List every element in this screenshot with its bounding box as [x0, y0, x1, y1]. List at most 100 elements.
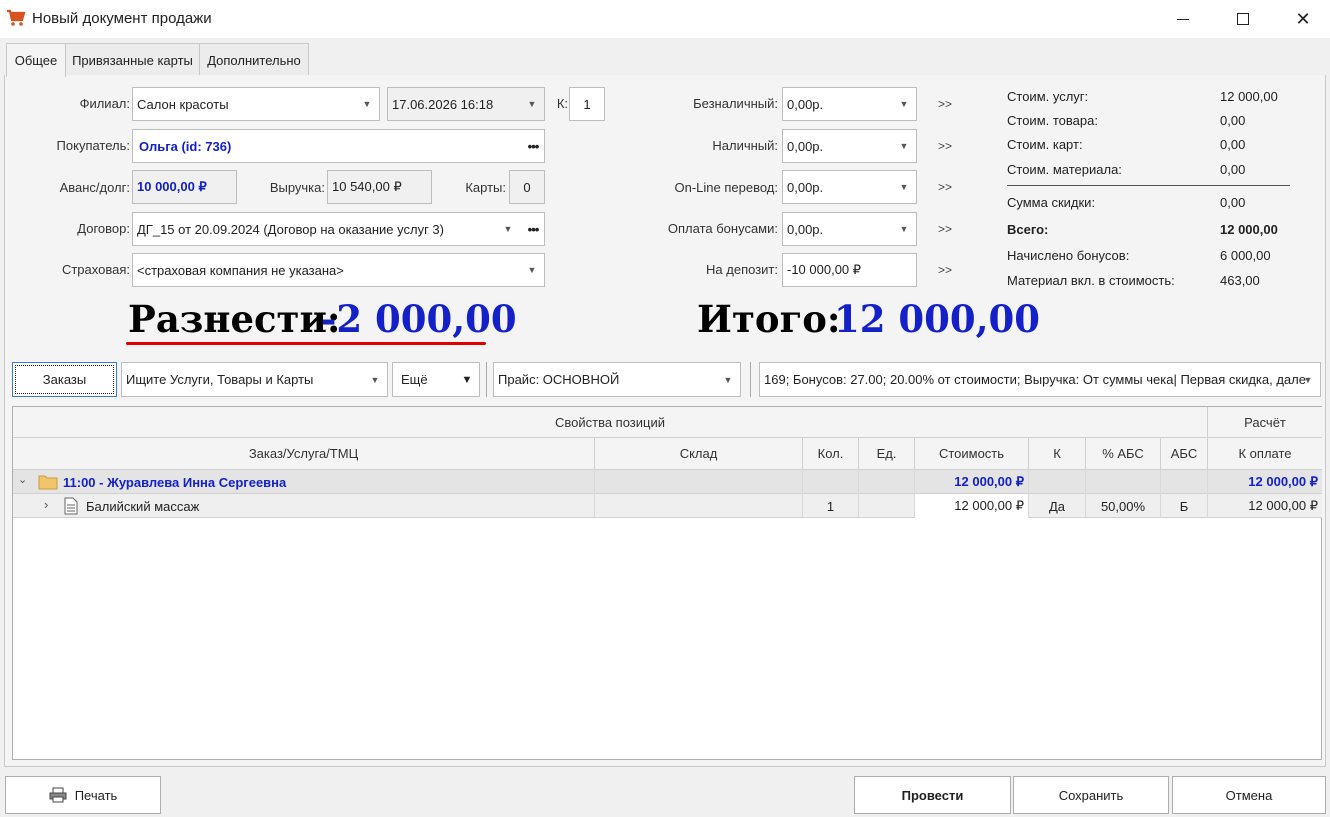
payment-value: 0,00р. [787, 138, 824, 154]
promo-select[interactable]: 169; Бонусов: 27.00; 20.00% от стоимости… [759, 362, 1321, 397]
summary-goods-label: Стоим. товара: [1007, 113, 1098, 128]
insurance-label: Страховая: [61, 262, 130, 277]
printer-icon [49, 787, 67, 803]
fill-bonus-button[interactable]: >> [938, 222, 952, 236]
payment-cash-select[interactable]: 0,00р. ▼ [782, 129, 917, 163]
chevron-down-icon[interactable]: ⌄ [18, 473, 27, 486]
maximize-button[interactable] [1214, 0, 1272, 38]
cards-field: 0 [509, 170, 545, 204]
payment-online-select[interactable]: 0,00р. ▼ [782, 170, 917, 204]
document-icon [64, 497, 78, 515]
summary-cards-label: Стоим. карт: [1007, 137, 1083, 152]
payment-cashless-select[interactable]: 0,00р. ▼ [782, 87, 917, 121]
buyer-value: Ольга (id: 736) [139, 138, 232, 154]
summary-divider [1007, 185, 1290, 186]
minimize-icon [1177, 18, 1189, 20]
summary-material-value: 0,00 [1220, 162, 1246, 177]
col-header-item[interactable]: Заказ/Услуга/ТМЦ [13, 438, 595, 470]
chevron-right-icon[interactable]: › [44, 497, 48, 512]
col-header-warehouse[interactable]: Склад [595, 438, 803, 470]
group-cost: 12 000,00 ₽ [915, 470, 1029, 494]
summary-total-label: Всего: [1007, 222, 1049, 237]
group-to-pay: 12 000,00 ₽ [1248, 474, 1318, 489]
col-header-abs-pct[interactable]: % АБС [1086, 438, 1161, 470]
k-field[interactable]: 1 [569, 87, 605, 121]
more-dots-icon[interactable]: ••• [522, 130, 544, 162]
summary-services-value: 12 000,00 [1220, 89, 1278, 104]
payment-bonus-label: Оплата бонусами: [667, 221, 778, 236]
tab-general[interactable]: Общее [6, 43, 66, 77]
minimize-button[interactable] [1154, 0, 1212, 38]
promo-value: 169; Бонусов: 27.00; 20.00% от стоимости… [764, 372, 1306, 387]
col-header-abs[interactable]: АБС [1161, 438, 1208, 470]
summary-material-included-label: Материал вкл. в стоимость: [1007, 273, 1175, 288]
advance-field: 10 000,00 ₽ [132, 170, 237, 204]
payment-cashless-label: Безналичный: [693, 96, 778, 111]
group-cell-empty [1161, 470, 1208, 494]
filial-select[interactable]: Салон красоты ▼ [132, 87, 380, 121]
separator [486, 362, 487, 397]
datetime-value: 17.06.2026 16:18 [392, 96, 494, 112]
window-title: Новый документ продажи [32, 10, 212, 27]
print-button[interactable]: Печать [5, 776, 161, 814]
buyer-field[interactable]: Ольга (id: 736) ••• [132, 129, 545, 163]
col-header-k[interactable]: К [1029, 438, 1086, 470]
fill-online-button[interactable]: >> [938, 180, 952, 194]
summary-bonus-label: Начислено бонусов: [1007, 248, 1130, 263]
group-cell-empty [1029, 470, 1086, 494]
payment-deposit-label: На депозит: [706, 262, 778, 277]
more-dots-icon[interactable]: ••• [522, 213, 544, 245]
summary-material-label: Стоим. материала: [1007, 162, 1122, 177]
group-cell-empty [859, 470, 915, 494]
row-to-pay: 12 000,00 ₽ [1248, 498, 1318, 513]
datetime-field[interactable]: 17.06.2026 16:18 ▼ [387, 87, 545, 121]
col-header-to-pay[interactable]: К оплате [1208, 438, 1322, 470]
col-header-unit[interactable]: Ед. [859, 438, 915, 470]
summary-cards-value: 0,00 [1220, 137, 1246, 152]
orders-button[interactable]: Заказы [12, 362, 117, 397]
contract-select[interactable]: ДГ_15 от 20.09.2024 (Договор на оказание… [132, 212, 545, 246]
summary-material-included-value: 463,00 [1220, 273, 1260, 288]
cards-label: Карты: [465, 180, 506, 195]
tab-label: Привязанные карты [72, 52, 193, 68]
more-dropdown[interactable]: Ещё ▼ [392, 362, 480, 397]
search-input[interactable]: Ищите Услуги, Товары и Карты ▼ [121, 362, 388, 397]
cart-icon [7, 9, 26, 26]
row-warehouse [595, 494, 803, 518]
row-k: Да [1029, 494, 1086, 518]
summary-discount-value: 0,00 [1220, 195, 1246, 210]
col-header-qty[interactable]: Кол. [803, 438, 859, 470]
payment-deposit-field[interactable]: -10 000,00 ₽ [782, 253, 917, 287]
maximize-icon [1237, 13, 1249, 25]
price-select[interactable]: Прайс: ОСНОВНОЙ ▼ [493, 362, 741, 397]
group-header-calc: Расчёт [1208, 407, 1322, 438]
cancel-button[interactable]: Отмена [1172, 776, 1326, 814]
red-underline [126, 342, 486, 345]
payment-value: 0,00р. [787, 179, 824, 195]
search-value: Ищите Услуги, Товары и Карты [126, 372, 314, 387]
insurance-select[interactable]: <страховая компания не указана> ▼ [132, 253, 545, 287]
row-cost[interactable]: 12 000,00 ₽ [915, 494, 1029, 518]
tab-linked-cards[interactable]: Привязанные карты [65, 43, 200, 76]
fill-cash-button[interactable]: >> [938, 139, 952, 153]
tab-label: Дополнительно [207, 52, 301, 68]
folder-icon [38, 475, 58, 490]
chevron-down-icon[interactable]: ▼ [496, 213, 520, 245]
group-header-properties: Свойства позиций [13, 407, 1208, 438]
post-button[interactable]: Провести [854, 776, 1011, 814]
col-header-cost[interactable]: Стоимость [915, 438, 1029, 470]
positions-grid: Свойства позиций Расчёт Заказ/Услуга/ТМЦ… [12, 406, 1322, 760]
chevron-down-icon: ▼ [899, 141, 909, 151]
fill-cashless-button[interactable]: >> [938, 97, 952, 111]
close-icon: ✕ [1295, 8, 1311, 29]
payment-value: 0,00р. [787, 221, 824, 237]
save-button[interactable]: Сохранить [1013, 776, 1169, 814]
tab-additional[interactable]: Дополнительно [199, 43, 309, 76]
revenue-label: Выручка: [269, 180, 325, 195]
close-button[interactable]: ✕ [1274, 0, 1330, 38]
payment-bonus-select[interactable]: 0,00р. ▼ [782, 212, 917, 246]
chevron-down-icon: ▼ [899, 224, 909, 234]
group-cell-empty [595, 470, 803, 494]
summary-bonus-value: 6 000,00 [1220, 248, 1271, 263]
fill-deposit-button[interactable]: >> [938, 263, 952, 277]
